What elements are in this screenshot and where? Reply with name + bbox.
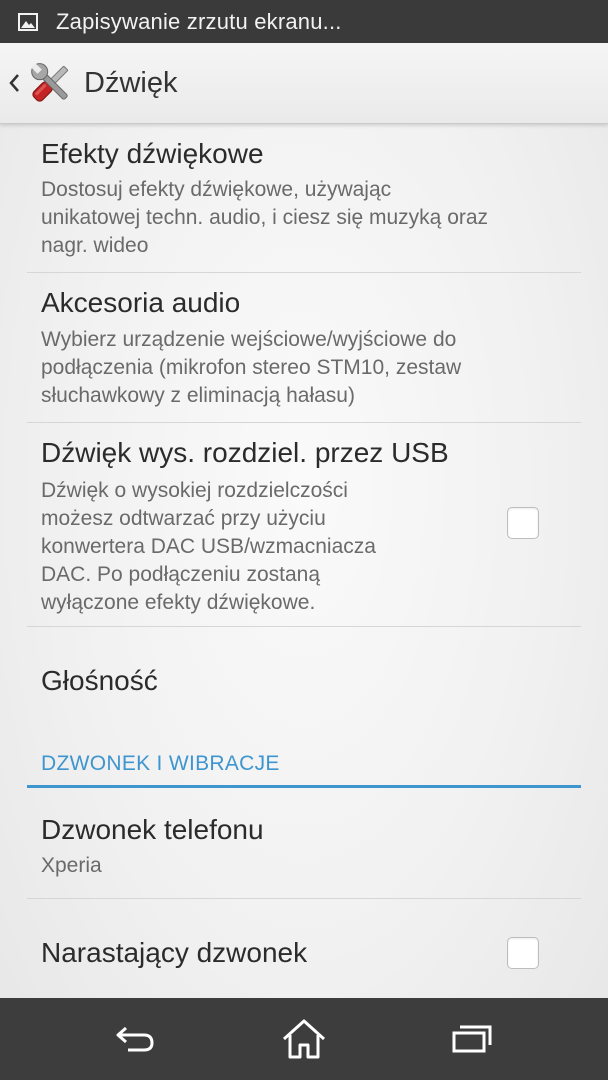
section-header-label: DZWONEK I WIBRACJE (41, 752, 280, 775)
item-title: Dźwięk wys. rozdziel. przez USB (41, 437, 449, 468)
item-title: Efekty dźwiękowe (41, 138, 264, 169)
recent-apps-icon[interactable] (412, 998, 532, 1080)
page-title: Dźwięk (84, 66, 178, 99)
item-summary: Dostosuj efekty dźwiękowe, używając unik… (41, 178, 489, 257)
list-item-usb-hires-audio[interactable]: Dźwięk wys. rozdziel. przez USB Dźwięk o… (27, 423, 581, 627)
settings-tools-icon[interactable] (26, 58, 76, 108)
item-summary: Wybierz urządzenie wejściowe/wyjściowe d… (41, 328, 462, 407)
status-bar: Zapisywanie zrzutu ekranu... (0, 0, 608, 43)
action-bar: Dźwięk (0, 43, 608, 124)
status-notification-text: Zapisywanie zrzutu ekranu... (56, 8, 342, 34)
list-item-volume[interactable]: Głośność (27, 627, 581, 743)
item-title: Narastający dzwonek (41, 937, 308, 968)
ascending-ringtone-checkbox[interactable] (507, 937, 539, 969)
ringtone-list: Dzwonek telefonu Xperia Narastający dzwo… (0, 790, 608, 999)
settings-list: Efekty dźwiękowe Dostosuj efekty dźwięko… (0, 124, 608, 743)
section-header-ringtone-vibration: DZWONEK I WIBRACJE (27, 740, 581, 790)
item-summary: Dźwięk o wysokiej rozdzielczości możesz … (41, 479, 376, 614)
screen: Zapisywanie zrzutu ekranu... Dźwięk Efek… (0, 0, 608, 1080)
home-icon[interactable] (244, 998, 364, 1080)
chevron-left-icon[interactable] (6, 71, 22, 95)
list-item-sound-effects[interactable]: Efekty dźwiękowe Dostosuj efekty dźwięko… (27, 124, 581, 273)
image-icon (18, 12, 38, 31)
back-arrow-icon[interactable] (76, 998, 196, 1080)
navigation-bar (0, 998, 608, 1080)
item-title: Akcesoria audio (41, 287, 241, 318)
list-item-audio-accessories[interactable]: Akcesoria audio Wybierz urządzenie wejśc… (27, 273, 581, 423)
usb-audio-checkbox[interactable] (507, 507, 539, 539)
item-title: Dzwonek telefonu (41, 814, 264, 845)
item-title: Głośność (41, 665, 158, 696)
list-item-phone-ringtone[interactable]: Dzwonek telefonu Xperia (27, 790, 581, 899)
section-divider (27, 785, 581, 788)
item-summary: Xperia (41, 854, 102, 877)
list-item-ascending-ringtone[interactable]: Narastający dzwonek (27, 899, 581, 999)
